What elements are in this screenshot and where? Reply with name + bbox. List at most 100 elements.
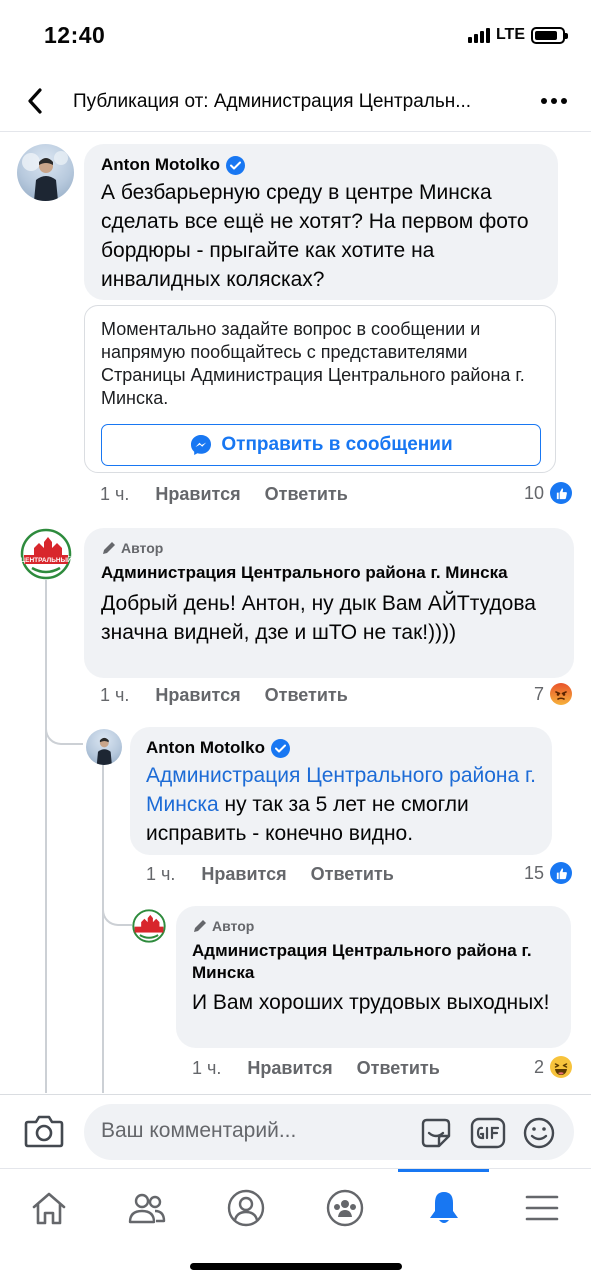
administration-logo-icon [132,909,166,943]
comment-text: И Вам хороших трудовых выходных! [192,991,550,1014]
like-icon [550,482,573,504]
reaction-summary[interactable]: 7 [534,683,573,705]
status-time: 12:40 [44,22,106,48]
back-button[interactable] [18,84,52,118]
tab-profile[interactable] [221,1183,271,1233]
groups-icon [326,1189,364,1227]
haha-icon [550,1056,573,1078]
comments-feed[interactable]: Anton Motolko А безбарьерную среду в цен… [0,133,591,1093]
signal-icon [467,27,490,43]
message-prompt-text: Моментально задайте вопрос в сообщении и… [101,319,525,408]
comment-actions: 1 ч. Нравится Ответить [146,864,418,885]
comment-author[interactable]: Администрация Центрального района г. Мин… [101,562,557,584]
pen-icon [103,542,115,554]
author-badge-label: Автор [121,540,164,556]
like-button[interactable]: Нравится [201,864,286,885]
battery-icon [531,26,568,44]
verified-badge-icon [270,738,290,758]
avatar-administration[interactable] [132,909,166,943]
tab-notifications[interactable] [419,1183,469,1233]
like-button[interactable]: Нравится [155,685,240,706]
bottom-tab-bar [0,1168,591,1280]
comment-text: А безбарьерную среду в центре Минска сде… [101,181,529,291]
avatar-administration[interactable]: ЦЕНТРАЛЬНЫЙ [20,528,72,580]
administration-logo-icon: ЦЕНТРАЛЬНЫЙ [20,528,72,580]
author-badge: Автор [192,918,555,934]
network-label: LTE [495,26,525,43]
page-header: Публикация от: Администрация Центральн..… [0,72,591,132]
reaction-summary[interactable]: 15 [524,862,573,884]
author-badge-label: Автор [212,918,255,934]
like-icon [550,862,573,884]
comment-author[interactable]: Администрация Центрального района г. Мин… [192,940,555,984]
reaction-count: 15 [524,862,545,883]
reaction-count: 2 [534,1056,545,1077]
reaction-count: 10 [524,482,545,503]
comment-bubble[interactable]: Anton Motolko А безбарьерную среду в цен… [84,144,558,300]
tab-home[interactable] [24,1183,74,1233]
author-badge: Автор [101,540,557,556]
comment-text: Администрация Центрального района г. Мин… [146,761,536,848]
comment-bubble[interactable]: Автор Администрация Центрального района … [84,528,574,678]
verified-badge-icon [225,155,245,175]
gif-button[interactable] [470,1116,506,1150]
person-photo-icon [96,737,112,765]
comment-actions: 1 ч. Нравится Ответить [192,1058,464,1079]
comment-composer: Ваш комментарий... [0,1094,591,1168]
avatar-sticker-button[interactable] [419,1116,453,1150]
friends-icon [128,1193,166,1224]
active-tab-indicator [398,1169,489,1172]
reply-button[interactable]: Ответить [265,685,348,706]
tab-menu[interactable] [517,1183,567,1233]
comment-input[interactable]: Ваш комментарий... [84,1104,574,1160]
chevron-left-icon [28,88,42,114]
status-icons: LTE [467,26,568,44]
comment-actions: 1 ч. Нравится Ответить [100,685,372,706]
comment-bubble[interactable]: Anton Motolko Администрация Центрального… [130,727,552,855]
reply-button[interactable]: Ответить [357,1058,440,1079]
message-prompt-card: Моментально задайте вопрос в сообщении и… [84,305,556,473]
status-bar: 12:40 LTE [0,0,591,72]
notifications-icon [430,1192,458,1223]
comment-actions: 1 ч. Нравится Ответить [100,484,372,505]
pen-icon [194,920,206,932]
thread-connector [102,890,132,926]
emoji-button[interactable] [522,1116,556,1150]
emoji-icon [523,1117,555,1149]
sticker-icon [421,1118,451,1148]
send-message-button[interactable]: Отправить в сообщении [101,424,541,466]
comment-time: 1 ч. [100,484,130,504]
reply-button[interactable]: Ответить [311,864,394,885]
profile-icon [227,1189,265,1227]
like-button[interactable]: Нравится [247,1058,332,1079]
tab-friends[interactable] [122,1183,172,1233]
more-options-button[interactable] [537,86,571,116]
thread-line [45,577,47,1093]
comment-author[interactable]: Anton Motolko [146,738,536,758]
reaction-summary[interactable]: 10 [524,482,573,504]
reaction-summary[interactable]: 2 [534,1056,573,1078]
comment-time: 1 ч. [146,864,176,884]
comment-bubble[interactable]: Автор Администрация Центрального района … [176,906,571,1048]
svg-text:ЦЕНТРАЛЬНЫЙ: ЦЕНТРАЛЬНЫЙ [20,555,72,564]
page-title: Публикация от: Администрация Центральн..… [73,91,472,112]
comment-time: 1 ч. [100,685,130,705]
comment-author[interactable]: Anton Motolko [101,155,541,175]
comment-placeholder: Ваш комментарий... [101,1119,297,1142]
author-name[interactable]: Anton Motolko [146,738,265,758]
reaction-count: 7 [534,683,545,704]
comment-text: Добрый день! Антон, ну дык Вам АЙТтудова… [101,592,536,644]
menu-icon [525,1195,559,1221]
home-icon [32,1192,66,1225]
reply-button[interactable]: Ответить [265,484,348,505]
camera-button[interactable] [24,1113,64,1149]
home-indicator [190,1263,402,1270]
person-photo-icon [22,151,68,201]
send-message-label: Отправить в сообщении [221,434,453,455]
avatar-anton[interactable] [86,729,122,765]
author-name[interactable]: Anton Motolko [101,155,220,175]
tab-groups[interactable] [320,1183,370,1233]
avatar-anton[interactable] [17,144,74,201]
like-button[interactable]: Нравится [155,484,240,505]
comment-time: 1 ч. [192,1058,222,1078]
